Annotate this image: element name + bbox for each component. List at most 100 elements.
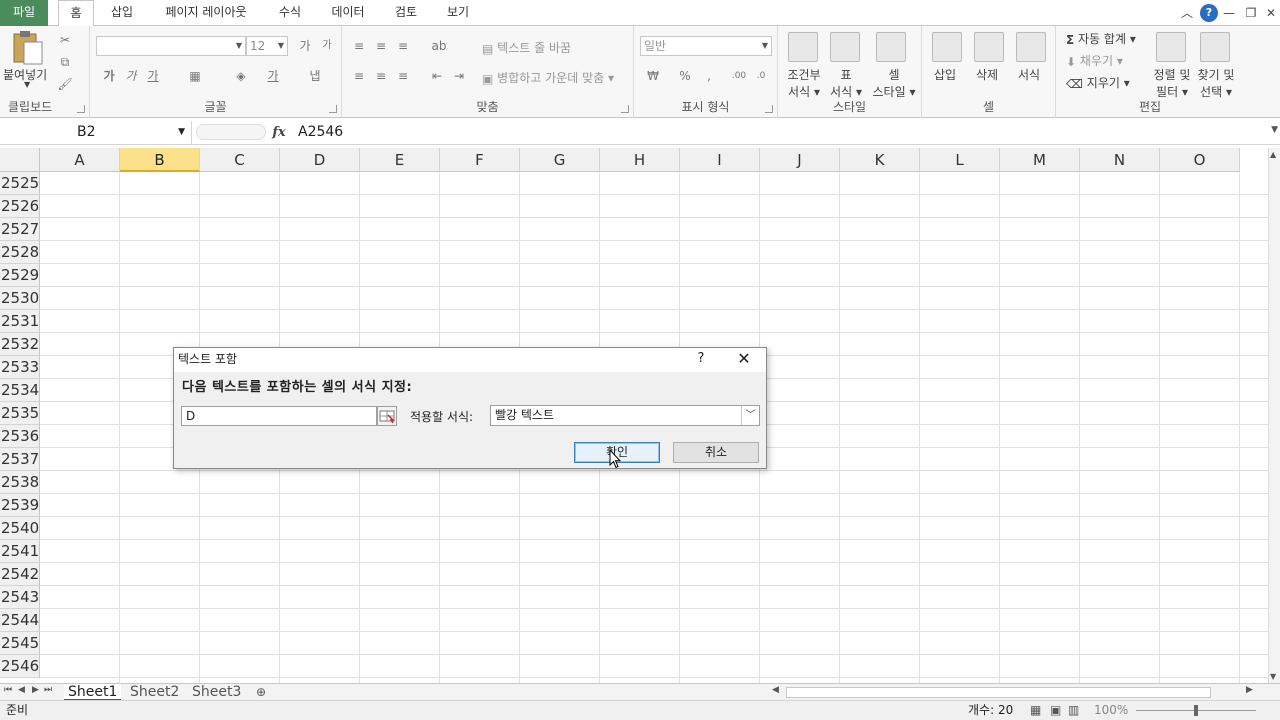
help-icon[interactable]: ?	[1200, 4, 1218, 22]
normal-view-icon[interactable]: ▦	[1030, 701, 1041, 720]
tab-review[interactable]: 검토	[388, 0, 424, 26]
column-header-o[interactable]: O	[1160, 148, 1240, 172]
number-format-select[interactable]: 일반 ▼	[640, 36, 772, 56]
clipboard-launcher-icon[interactable]	[77, 105, 85, 113]
sheet-tab-sheet1[interactable]: Sheet1	[64, 684, 122, 701]
cut-icon[interactable]: ✂	[56, 32, 74, 48]
scroll-right-icon[interactable]: ▶	[1246, 685, 1253, 695]
range-selector-icon[interactable]	[377, 406, 397, 426]
scroll-left-icon[interactable]: ◀	[772, 685, 779, 695]
autosum-button[interactable]: Σ 자동 합계 ▾	[1066, 30, 1136, 47]
paste-dropdown-icon[interactable]: ▼	[24, 80, 30, 89]
delete-cells-icon[interactable]	[974, 32, 1004, 62]
column-header-e[interactable]: E	[360, 148, 440, 172]
grow-font-icon[interactable]: 가	[296, 38, 314, 54]
column-header-d[interactable]: D	[280, 148, 360, 172]
copy-icon[interactable]: ⧉	[56, 54, 74, 70]
font-color-icon[interactable]: 가	[264, 68, 282, 84]
align-middle-icon[interactable]: ≡	[372, 38, 390, 54]
phonetic-icon[interactable]: 냅	[306, 68, 324, 84]
row-header[interactable]: 2537	[0, 448, 40, 471]
align-top-icon[interactable]: ≡	[350, 38, 368, 54]
conditional-format-icon[interactable]	[788, 32, 818, 62]
dialog-help-button[interactable]: ?	[694, 348, 708, 372]
formula-expand-icon[interactable]: ▼	[1271, 125, 1278, 135]
row-header[interactable]: 2541	[0, 540, 40, 563]
font-launcher-icon[interactable]	[329, 105, 337, 113]
row-header[interactable]: 2536	[0, 425, 40, 448]
tab-formulas[interactable]: 수식	[272, 0, 308, 26]
new-sheet-icon[interactable]: ⊕	[252, 684, 270, 701]
zoom-slider-thumb[interactable]	[1194, 705, 1198, 716]
prev-sheet-icon[interactable]: ◀	[18, 685, 25, 695]
formula-input[interactable]: A2546	[298, 121, 343, 144]
border-icon[interactable]: ▦	[186, 68, 204, 84]
column-header-a[interactable]: A	[40, 148, 120, 172]
decrease-decimal-icon[interactable]: .0	[752, 68, 770, 84]
conditional-format-button[interactable]: 조건부 서식 ▾	[786, 66, 822, 100]
minimize-icon[interactable]: —	[1220, 4, 1238, 22]
column-header-l[interactable]: L	[920, 148, 1000, 172]
row-header[interactable]: 2539	[0, 494, 40, 517]
format-select-dropdown-icon[interactable]: ﹀	[741, 406, 759, 425]
row-header[interactable]: 2544	[0, 609, 40, 632]
column-header-i[interactable]: I	[680, 148, 760, 172]
row-header[interactable]: 2542	[0, 563, 40, 586]
format-cells-button[interactable]: 서식	[1018, 66, 1040, 83]
scroll-down-icon[interactable]: ▼	[1270, 672, 1276, 681]
last-sheet-icon[interactable]: ⏭	[44, 685, 52, 695]
shrink-font-icon[interactable]: 가	[318, 38, 336, 54]
row-header[interactable]: 2535	[0, 402, 40, 425]
font-size-select[interactable]: 12 ▼	[246, 36, 288, 56]
tab-home[interactable]: 홈	[58, 0, 94, 27]
row-header[interactable]: 2526	[0, 195, 40, 218]
sort-filter-button[interactable]: 정렬 및 필터 ▾	[1150, 66, 1194, 100]
horizontal-scrollbar[interactable]	[786, 687, 1211, 698]
percent-icon[interactable]: %	[676, 68, 694, 84]
align-center-icon[interactable]: ≡	[372, 68, 390, 84]
row-header[interactable]: 2525	[0, 172, 40, 195]
format-as-table-button[interactable]: 표 서식 ▾	[828, 66, 864, 100]
close-icon[interactable]: ✕	[1262, 4, 1280, 22]
name-box-dropdown-icon[interactable]: ▼	[178, 121, 185, 144]
row-header[interactable]: 2543	[0, 586, 40, 609]
cell-styles-button[interactable]: 셀 스타일 ▾	[870, 66, 918, 100]
tab-file[interactable]: 파일	[0, 0, 48, 26]
wrap-text-button[interactable]: ▤ 텍스트 줄 바꿈	[482, 39, 571, 56]
column-header-n[interactable]: N	[1080, 148, 1160, 172]
row-header[interactable]: 2540	[0, 517, 40, 540]
fill-button[interactable]: ⬇ 채우기 ▾	[1066, 52, 1123, 69]
comma-icon[interactable]: ,	[700, 68, 718, 84]
font-name-select[interactable]: ▼	[96, 36, 246, 56]
column-header-b[interactable]: B	[120, 148, 200, 172]
scroll-up-icon[interactable]: ▲	[1270, 150, 1276, 159]
row-header[interactable]: 2546	[0, 655, 40, 678]
next-sheet-icon[interactable]: ▶	[32, 685, 39, 695]
row-header[interactable]: 2529	[0, 264, 40, 287]
tab-page-layout[interactable]: 페이지 레이아웃	[156, 0, 256, 26]
underline-icon[interactable]: 가	[144, 68, 162, 84]
row-header[interactable]: 2534	[0, 379, 40, 402]
number-launcher-icon[interactable]	[765, 105, 773, 113]
row-header[interactable]: 2528	[0, 241, 40, 264]
page-layout-view-icon[interactable]: ▣	[1050, 701, 1061, 720]
row-header[interactable]: 2533	[0, 356, 40, 379]
name-box[interactable]: B2 ▼	[0, 121, 192, 144]
column-header-c[interactable]: C	[200, 148, 280, 172]
tab-insert[interactable]: 삽입	[104, 0, 140, 26]
currency-icon[interactable]: ₩	[644, 68, 662, 84]
insert-cells-button[interactable]: 삽입	[934, 66, 956, 83]
row-header[interactable]: 2530	[0, 287, 40, 310]
format-as-table-icon[interactable]	[830, 32, 860, 62]
insert-cells-icon[interactable]	[932, 32, 962, 62]
format-select[interactable]: 빨강 텍스트 ﹀	[490, 405, 760, 426]
fill-color-icon[interactable]: ◈	[232, 68, 250, 84]
row-header[interactable]: 2527	[0, 218, 40, 241]
contains-text-input[interactable]: D	[181, 406, 377, 426]
restore-icon[interactable]: ❐	[1242, 4, 1260, 22]
page-break-view-icon[interactable]: ▥	[1068, 701, 1079, 720]
sheet-tab-sheet2[interactable]: Sheet2	[126, 684, 183, 701]
column-header-j[interactable]: J	[760, 148, 840, 172]
tab-data[interactable]: 데이터	[326, 0, 370, 26]
column-header-h[interactable]: H	[600, 148, 680, 172]
